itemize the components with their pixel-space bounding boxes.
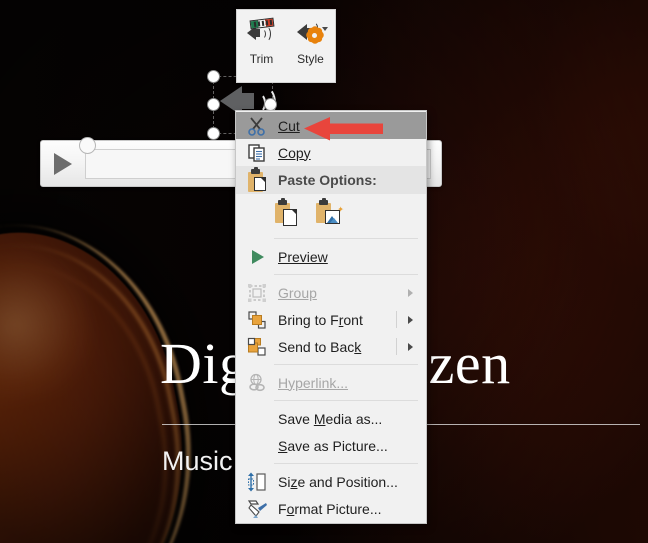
menu-item-send-to-back[interactable]: Send to Back (236, 333, 426, 360)
paste-options-row[interactable]: ✦ (236, 194, 426, 234)
menu-item-label-save-as-picture: Save as Picture... (278, 437, 388, 454)
send-back-icon (246, 336, 268, 358)
menu-separator-5 (274, 463, 418, 464)
menu-item-group[interactable]: Group (236, 279, 426, 306)
menu-separator-2 (274, 274, 418, 275)
menu-item-label-preview: Preview (278, 248, 328, 265)
menu-item-label-save-media-as: Save Media as... (278, 410, 383, 427)
slide-subtitle[interactable]: Music (162, 446, 233, 477)
menu-item-label-group: Group (278, 284, 317, 301)
play-green-icon (246, 246, 268, 268)
selection-handle-bottom-left[interactable] (207, 127, 220, 140)
submenu-divider-bring-front (396, 311, 397, 328)
play-icon (54, 152, 72, 175)
mini-toolbar-item-style[interactable]: Style (286, 10, 335, 82)
mini-toolbar-item-trim[interactable]: Trim (237, 10, 286, 82)
menu-item-hyperlink[interactable]: Hyperlink... (236, 369, 426, 396)
paste-picture-icon[interactable]: ✦ (315, 198, 345, 229)
gear-icon (307, 28, 322, 42)
group-icon (246, 282, 268, 304)
selection-handle-middle-left[interactable] (207, 98, 220, 111)
screenshot-root: Digital Citizen Music (0, 0, 648, 543)
menu-item-save-as-picture[interactable]: Save as Picture... (236, 432, 426, 459)
menu-item-label-hyperlink: Hyperlink... (278, 374, 349, 391)
audio-progress-knob[interactable] (79, 136, 96, 154)
menu-separator-3 (274, 364, 418, 365)
submenu-divider-send-back (396, 338, 397, 355)
size-position-icon (246, 471, 268, 493)
menu-item-bring-to-front[interactable]: Bring to Front (236, 306, 426, 333)
copy-icon (246, 142, 268, 164)
audio-style-icon (295, 18, 328, 44)
format-picture-icon (246, 498, 268, 520)
menu-item-label-format-picture: Format Picture... (278, 500, 382, 517)
menu-item-label-copy: Copy (278, 144, 311, 161)
menu-separator-1 (274, 238, 418, 239)
paste-keep-source-icon[interactable] (274, 198, 304, 229)
menu-item-label-send-to-back: Send to Back (278, 338, 362, 355)
menu-item-save-media-as[interactable]: Save Media as... (236, 405, 426, 432)
chevron-down-icon[interactable] (321, 27, 328, 31)
context-menu[interactable]: Cut Copy Paste Options: ✦ Preview Group … (235, 110, 427, 524)
submenu-arrow-send-back (408, 342, 413, 351)
mini-toolbar-label-trim: Trim (249, 52, 274, 66)
clipboard-icon (246, 167, 268, 192)
menu-item-preview[interactable]: Preview (236, 243, 426, 270)
menu-item-paste-options: Paste Options: (236, 166, 426, 194)
bring-front-icon (246, 309, 268, 331)
menu-item-label-size-and-position: Size and Position... (278, 473, 398, 490)
trim-audio-icon (246, 17, 278, 44)
submenu-arrow-bring-front (408, 315, 413, 324)
menu-item-copy[interactable]: Copy (236, 139, 426, 166)
hyperlink-globe-icon (246, 372, 268, 394)
selection-handle-top-left[interactable] (207, 70, 220, 83)
mini-toolbar[interactable]: Trim Style (236, 9, 336, 83)
menu-item-label-bring-to-front: Bring to Front (278, 311, 363, 328)
menu-item-size-and-position[interactable]: Size and Position... (236, 468, 426, 495)
submenu-arrow-group (408, 288, 413, 297)
menu-separator-4 (274, 400, 418, 401)
menu-item-cut[interactable]: Cut (236, 112, 426, 139)
menu-item-label-cut: Cut (278, 117, 300, 134)
scissors-icon (246, 115, 268, 137)
menu-item-format-picture[interactable]: Format Picture... (236, 495, 426, 522)
mini-toolbar-label-style: Style (297, 52, 324, 66)
menu-item-label-paste-options: Paste Options: (278, 172, 377, 188)
